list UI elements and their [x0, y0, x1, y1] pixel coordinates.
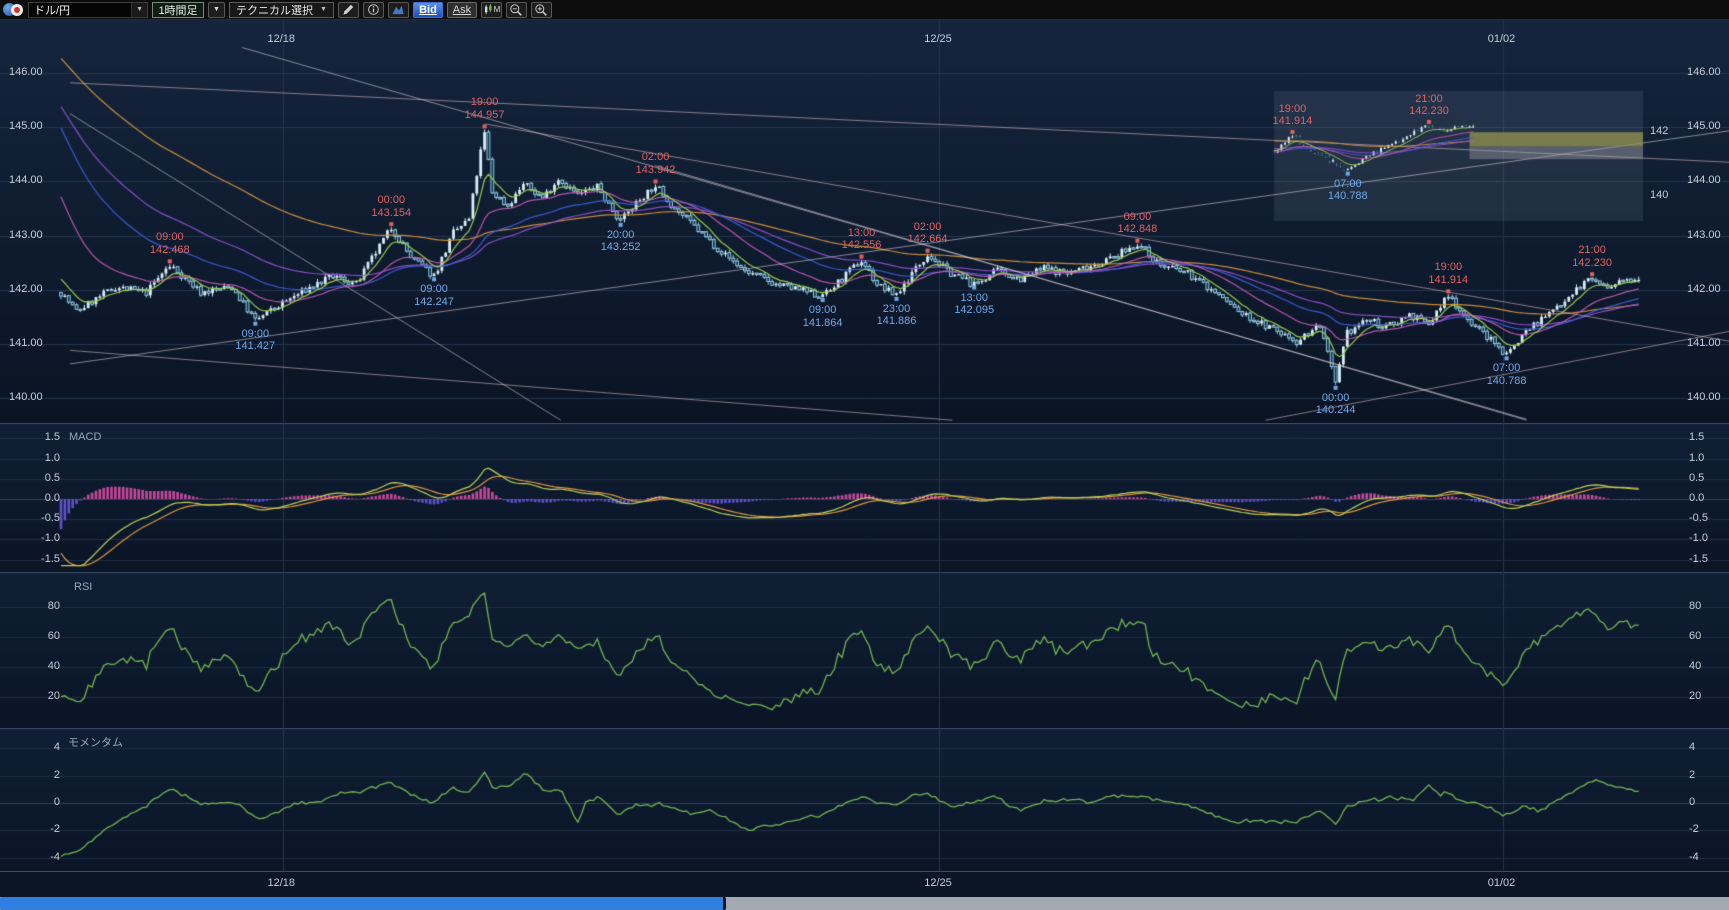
ask-button[interactable]: Ask — [447, 2, 477, 18]
momentum-panel — [0, 728, 1729, 871]
candle-m-label: M — [494, 5, 501, 14]
timeframe-selector[interactable]: 1時間足 — [152, 2, 204, 18]
rsi-panel — [0, 572, 1729, 728]
macd-canvas[interactable] — [0, 423, 1729, 572]
momentum-canvas[interactable] — [0, 728, 1729, 871]
price-chart-canvas[interactable] — [0, 20, 1729, 423]
chevron-down-icon: ▼ — [131, 3, 147, 17]
zoom-in-icon[interactable] — [531, 2, 552, 18]
pair-flag-icon — [3, 3, 24, 17]
horizontal-scrollbar[interactable] — [0, 897, 1729, 910]
pair-label: ドル/円 — [34, 2, 70, 18]
rsi-canvas[interactable] — [0, 572, 1729, 728]
technical-label: テクニカル選択 — [236, 2, 313, 18]
price-chart-panel — [0, 20, 1729, 423]
pair-selector[interactable]: ドル/円 ▼ — [28, 2, 148, 18]
rsi-title: RSI — [74, 581, 92, 593]
momentum-title: モメンタム — [68, 734, 123, 750]
macd-panel — [0, 423, 1729, 572]
candle-m-icon[interactable]: M — [481, 2, 502, 18]
pencil-icon[interactable] — [338, 2, 359, 18]
scrollbar-thumb[interactable] — [0, 897, 726, 910]
timeframe-label: 1時間足 — [158, 2, 197, 18]
timeframe-dropdown-button[interactable]: ▼ — [208, 2, 225, 18]
toolbar: ドル/円 ▼ 1時間足 ▼ テクニカル選択 ▼ Bid Ask M — [0, 0, 1729, 20]
fx-chart-app: ドル/円 ▼ 1時間足 ▼ テクニカル選択 ▼ Bid Ask M — [0, 0, 1729, 910]
bid-button[interactable]: Bid — [413, 2, 443, 18]
info-icon[interactable] — [363, 2, 384, 18]
chevron-down-icon: ▼ — [320, 6, 327, 13]
area-chart-icon[interactable] — [388, 2, 409, 18]
macd-title: MACD — [69, 431, 101, 443]
technical-selector[interactable]: テクニカル選択 ▼ — [229, 2, 334, 18]
zoom-out-icon[interactable] — [506, 2, 527, 18]
date-axis — [0, 871, 1729, 897]
